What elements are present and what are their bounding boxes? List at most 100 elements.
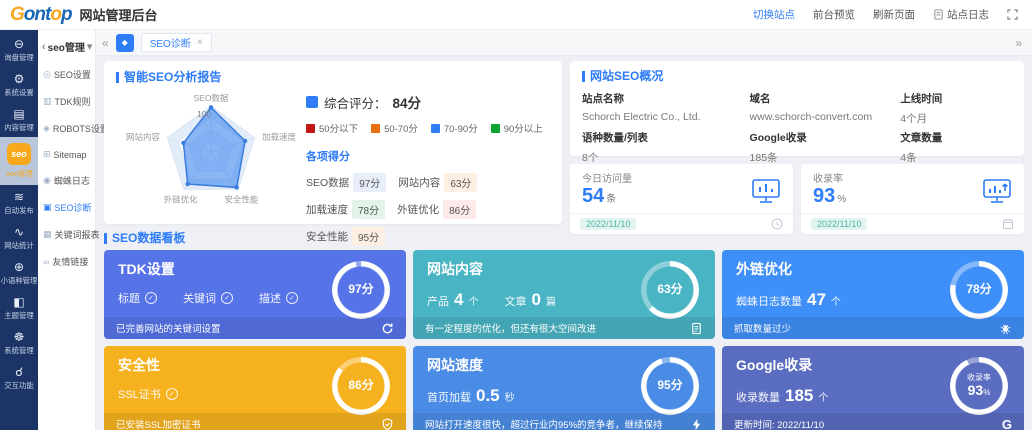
field-value: 8个 <box>582 149 750 165</box>
site-log-button[interactable]: 站点日志 <box>933 7 989 22</box>
card-stat-unit: 个 <box>818 389 828 404</box>
check-label: 关键词 <box>183 290 216 306</box>
report-icon: ▦ <box>43 229 52 240</box>
score-item: 外链优化86分 <box>397 200 476 219</box>
content-card: 网站内容 产品4个 文章0篇 63分 有一定程度的优化，但还有很大空间改进 <box>413 250 715 339</box>
legend-swatch <box>491 124 500 133</box>
submenu-item-seo-settings[interactable]: ◎SEO设置 <box>38 61 95 88</box>
submenu-item-keyword-report[interactable]: ▦关键词报表 <box>38 221 95 248</box>
theme-icon: ◧ <box>13 295 24 309</box>
expand-tabs-button[interactable]: » <box>1015 36 1022 50</box>
sidebar-item-label: 内容管理 <box>4 122 33 132</box>
legend-label: 70-90分 <box>444 121 478 135</box>
tab-bar: « ◆ SEO诊断 × » <box>96 30 1032 56</box>
refresh-page-button[interactable]: 刷新页面 <box>873 7 915 22</box>
collapse-icon: ‹ <box>42 41 46 53</box>
card-stat-unit: 个 <box>831 293 841 308</box>
sidebar-item-label: 主题管理 <box>4 310 33 320</box>
card-stat-value: 185 <box>785 386 813 406</box>
speed-card: 网站速度 首页加载0.5秒 95分 网站打开速度很快，超过行业内95%的竞争者，… <box>413 346 715 430</box>
seo-icon: seo <box>7 143 31 165</box>
close-icon[interactable]: × <box>197 37 203 48</box>
google-index-card: Google收录 收录数量185个 收录率 93% <box>722 346 1024 430</box>
submenu-header[interactable]: ‹ seo管理 ▾ <box>38 34 95 61</box>
front-preview-button[interactable]: 前台预览 <box>813 7 855 22</box>
svg-text:安全性能: 安全性能 <box>224 194 259 204</box>
legend-item: 70-90分 <box>431 121 478 135</box>
fullscreen-icon[interactable] <box>1007 9 1018 20</box>
app-window: Gontop 网站管理后台 切换站点 前台预览 刷新页面 站点日志 ⊖询盘管理 … <box>0 0 1032 430</box>
date-badge: 2022/11/10 <box>580 218 636 230</box>
card-footer: 网站打开速度很快，超过行业内95%的竞争者，继续保持 <box>413 413 715 430</box>
card-stat-value: 0 <box>531 290 540 310</box>
page-icon: ▤ <box>13 107 24 121</box>
check-label: 标题 <box>118 290 140 306</box>
date-badge: 2022/11/10 <box>811 218 867 230</box>
submenu-item-label: 关键词报表 <box>55 228 100 241</box>
submenu-item-seo-diagnosis[interactable]: ▣SEO诊断 <box>38 194 95 221</box>
chevron-down-icon: ▾ <box>87 40 93 53</box>
sidebar-item-system-admin[interactable]: ☸系统管理 <box>0 325 38 360</box>
globe-icon: ⊕ <box>14 260 24 274</box>
card-stat: 文章0篇 <box>504 290 555 310</box>
seo-overview-panel: 网站SEO概况 站点名称 域名 上线时间 Schorch Electric Co… <box>570 61 1024 156</box>
panel-title: 智能SEO分析报告 <box>116 70 550 84</box>
submenu-item-sitemap[interactable]: ⊞Sitemap <box>38 142 95 167</box>
collapse-tabs-button[interactable]: « <box>102 36 109 50</box>
sidebar-item-interaction[interactable]: ☌交互功能 <box>0 360 38 395</box>
stat-unit: 条 <box>606 194 616 205</box>
sidebar-item-label: seo管理 <box>6 168 33 178</box>
switch-site-button[interactable]: 切换站点 <box>753 7 795 22</box>
score-ring: 63分 <box>641 261 699 319</box>
stat-label: 今日访问量 <box>582 170 632 185</box>
card-footer-text: 有一定程度的优化，但还有很大空间改进 <box>425 321 596 335</box>
legend-label: 90分以上 <box>504 121 543 135</box>
logo-part: o <box>50 4 61 25</box>
tab-label: SEO诊断 <box>150 35 191 50</box>
card-stat-label: 文章 <box>504 293 526 309</box>
lightning-icon <box>690 418 703 430</box>
card-footer: 更新时间: 2022/11/10 G <box>722 413 1024 430</box>
monitor-upload-icon <box>982 178 1012 204</box>
sidebar-item-theme[interactable]: ◧主题管理 <box>0 290 38 325</box>
field-label: 语种数量/列表 <box>582 130 750 145</box>
overall-score: 综合评分： 84分 <box>306 92 550 112</box>
card-stat-label: 蜘蛛日志数量 <box>736 293 802 309</box>
sidebar-item-inquiry[interactable]: ⊖询盘管理 <box>0 32 38 67</box>
card-stat: 产品4个 <box>427 290 478 310</box>
refresh-icon[interactable] <box>381 322 394 335</box>
card-stat-unit: 秒 <box>505 389 515 404</box>
dashboard-title: SEO数据看板 <box>104 231 1024 245</box>
tab-seo-diagnosis[interactable]: SEO诊断 × <box>141 33 212 52</box>
sidebar-item-seo[interactable]: seo seo管理 <box>0 137 38 185</box>
card-stat-value: 0.5 <box>476 386 500 406</box>
check-label: SSL证书 <box>118 386 161 402</box>
sidebar-item-auto-publish[interactable]: ≋自动发布 <box>0 185 38 220</box>
sidebar-item-content[interactable]: ▤内容管理 <box>0 102 38 137</box>
clock-icon <box>771 218 783 230</box>
chat-icon: ⊖ <box>14 37 24 51</box>
score-item: 网站内容63分 <box>398 173 477 192</box>
sidebar-item-languages[interactable]: ⊕小语种管理 <box>0 255 38 290</box>
overview-grid: 站点名称 域名 上线时间 Schorch Electric Co., Ltd. … <box>582 91 1012 165</box>
submenu-item-tdk-rules[interactable]: ▥TDK规则 <box>38 88 95 115</box>
legend-swatch <box>306 124 315 133</box>
scores-title: 各项得分 <box>306 148 550 164</box>
card-footer-text: 抓取数量过少 <box>734 321 791 335</box>
tdk-card: TDK设置 标题✓ 关键词✓ 描述✓ 97分 已完善网站的关键词设置 <box>104 250 406 339</box>
users-icon: ☌ <box>15 365 23 379</box>
home-tab-icon[interactable]: ◆ <box>116 34 134 52</box>
submenu-item-robots[interactable]: ◈ROBOTS设置 <box>38 115 95 142</box>
score-item: 加载速度78分 <box>306 200 385 219</box>
submenu-item-spider-log[interactable]: ◉蜘蛛日志 <box>38 167 95 194</box>
robots-icon: ◈ <box>43 123 50 134</box>
submenu-item-label: SEO设置 <box>54 68 91 81</box>
sidebar-item-label: 询盘管理 <box>4 52 33 62</box>
field-value: 185条 <box>750 149 901 165</box>
sidebar-item-statistics[interactable]: ∿网站统计 <box>0 220 38 255</box>
field-value: Schorch Electric Co., Ltd. <box>582 110 750 126</box>
inclusion-rate-stat-card: 收录率 93% 2022/11/10 <box>801 164 1024 234</box>
submenu-item-friend-links[interactable]: ∞友情链接 <box>38 248 95 275</box>
sidebar-item-system-settings[interactable]: ⚙系统设置 <box>0 67 38 102</box>
panel-title: 网站SEO概况 <box>582 69 1012 83</box>
